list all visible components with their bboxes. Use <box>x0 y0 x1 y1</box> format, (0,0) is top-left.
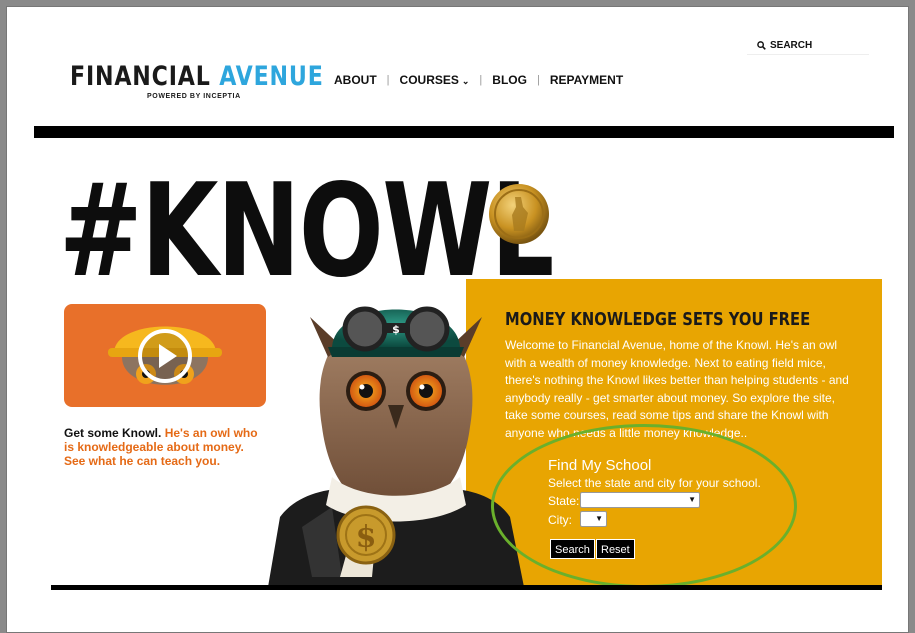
nav-separator: | <box>536 74 540 86</box>
find-school-title: Find My School <box>548 457 652 474</box>
chevron-down-icon: ▼ <box>688 495 696 504</box>
search-label: SEARCH <box>770 40 813 51</box>
site-logo[interactable]: FINANCIAL AVENUE POWERED BY INCEPTIA <box>70 61 379 101</box>
nav-repayment[interactable]: REPAYMENT <box>550 73 623 87</box>
city-select[interactable]: ▼ <box>580 511 607 527</box>
play-icon <box>138 329 192 383</box>
header-divider <box>34 126 894 138</box>
page: FINANCIAL AVENUE POWERED BY INCEPTIA SEA… <box>6 6 909 633</box>
video-thumbnail[interactable] <box>64 304 266 407</box>
state-select[interactable]: ▼ <box>580 492 700 508</box>
find-school-subtitle: Select the state and city for your schoo… <box>548 476 761 490</box>
panel-title: MONEY KNOWLEDGE SETS YOU FREE <box>505 309 811 330</box>
reset-button[interactable]: Reset <box>596 539 635 559</box>
hero-bottom-divider <box>51 585 882 590</box>
svg-text:$: $ <box>356 520 377 555</box>
search-link[interactable]: SEARCH <box>747 37 869 55</box>
owl-illustration: $ $ <box>268 306 524 587</box>
main-nav: ABOUT | COURSES ⌄ | BLOG | REPAYMENT <box>334 73 623 87</box>
logo-tagline: POWERED BY INCEPTIA <box>147 93 241 100</box>
state-label: State: <box>548 494 580 508</box>
panel-body: Welcome to Financial Avenue, home of the… <box>505 338 849 440</box>
video-caption: Get some Knowl. He's an owl who is knowl… <box>64 426 264 468</box>
nav-courses[interactable]: COURSES ⌄ <box>400 73 470 87</box>
nav-separator: | <box>479 74 483 86</box>
nav-courses-label: COURSES <box>399 73 459 87</box>
nav-separator: | <box>386 74 390 86</box>
svg-text:$: $ <box>392 323 400 336</box>
city-label: City: <box>548 513 572 527</box>
gold-coin-icon <box>489 184 549 244</box>
chevron-down-icon: ⌄ <box>461 76 470 86</box>
search-icon <box>757 41 766 50</box>
logo-wordmark: FINANCIAL AVENUE <box>70 61 324 92</box>
nav-about[interactable]: ABOUT <box>334 73 377 87</box>
hero-hashtag: #KNOWL <box>59 157 554 306</box>
nav-blog[interactable]: BLOG <box>492 73 527 87</box>
video-caption-lead: Get some Knowl. <box>64 426 162 440</box>
chevron-down-icon: ▼ <box>595 514 603 523</box>
search-button[interactable]: Search <box>550 539 595 559</box>
